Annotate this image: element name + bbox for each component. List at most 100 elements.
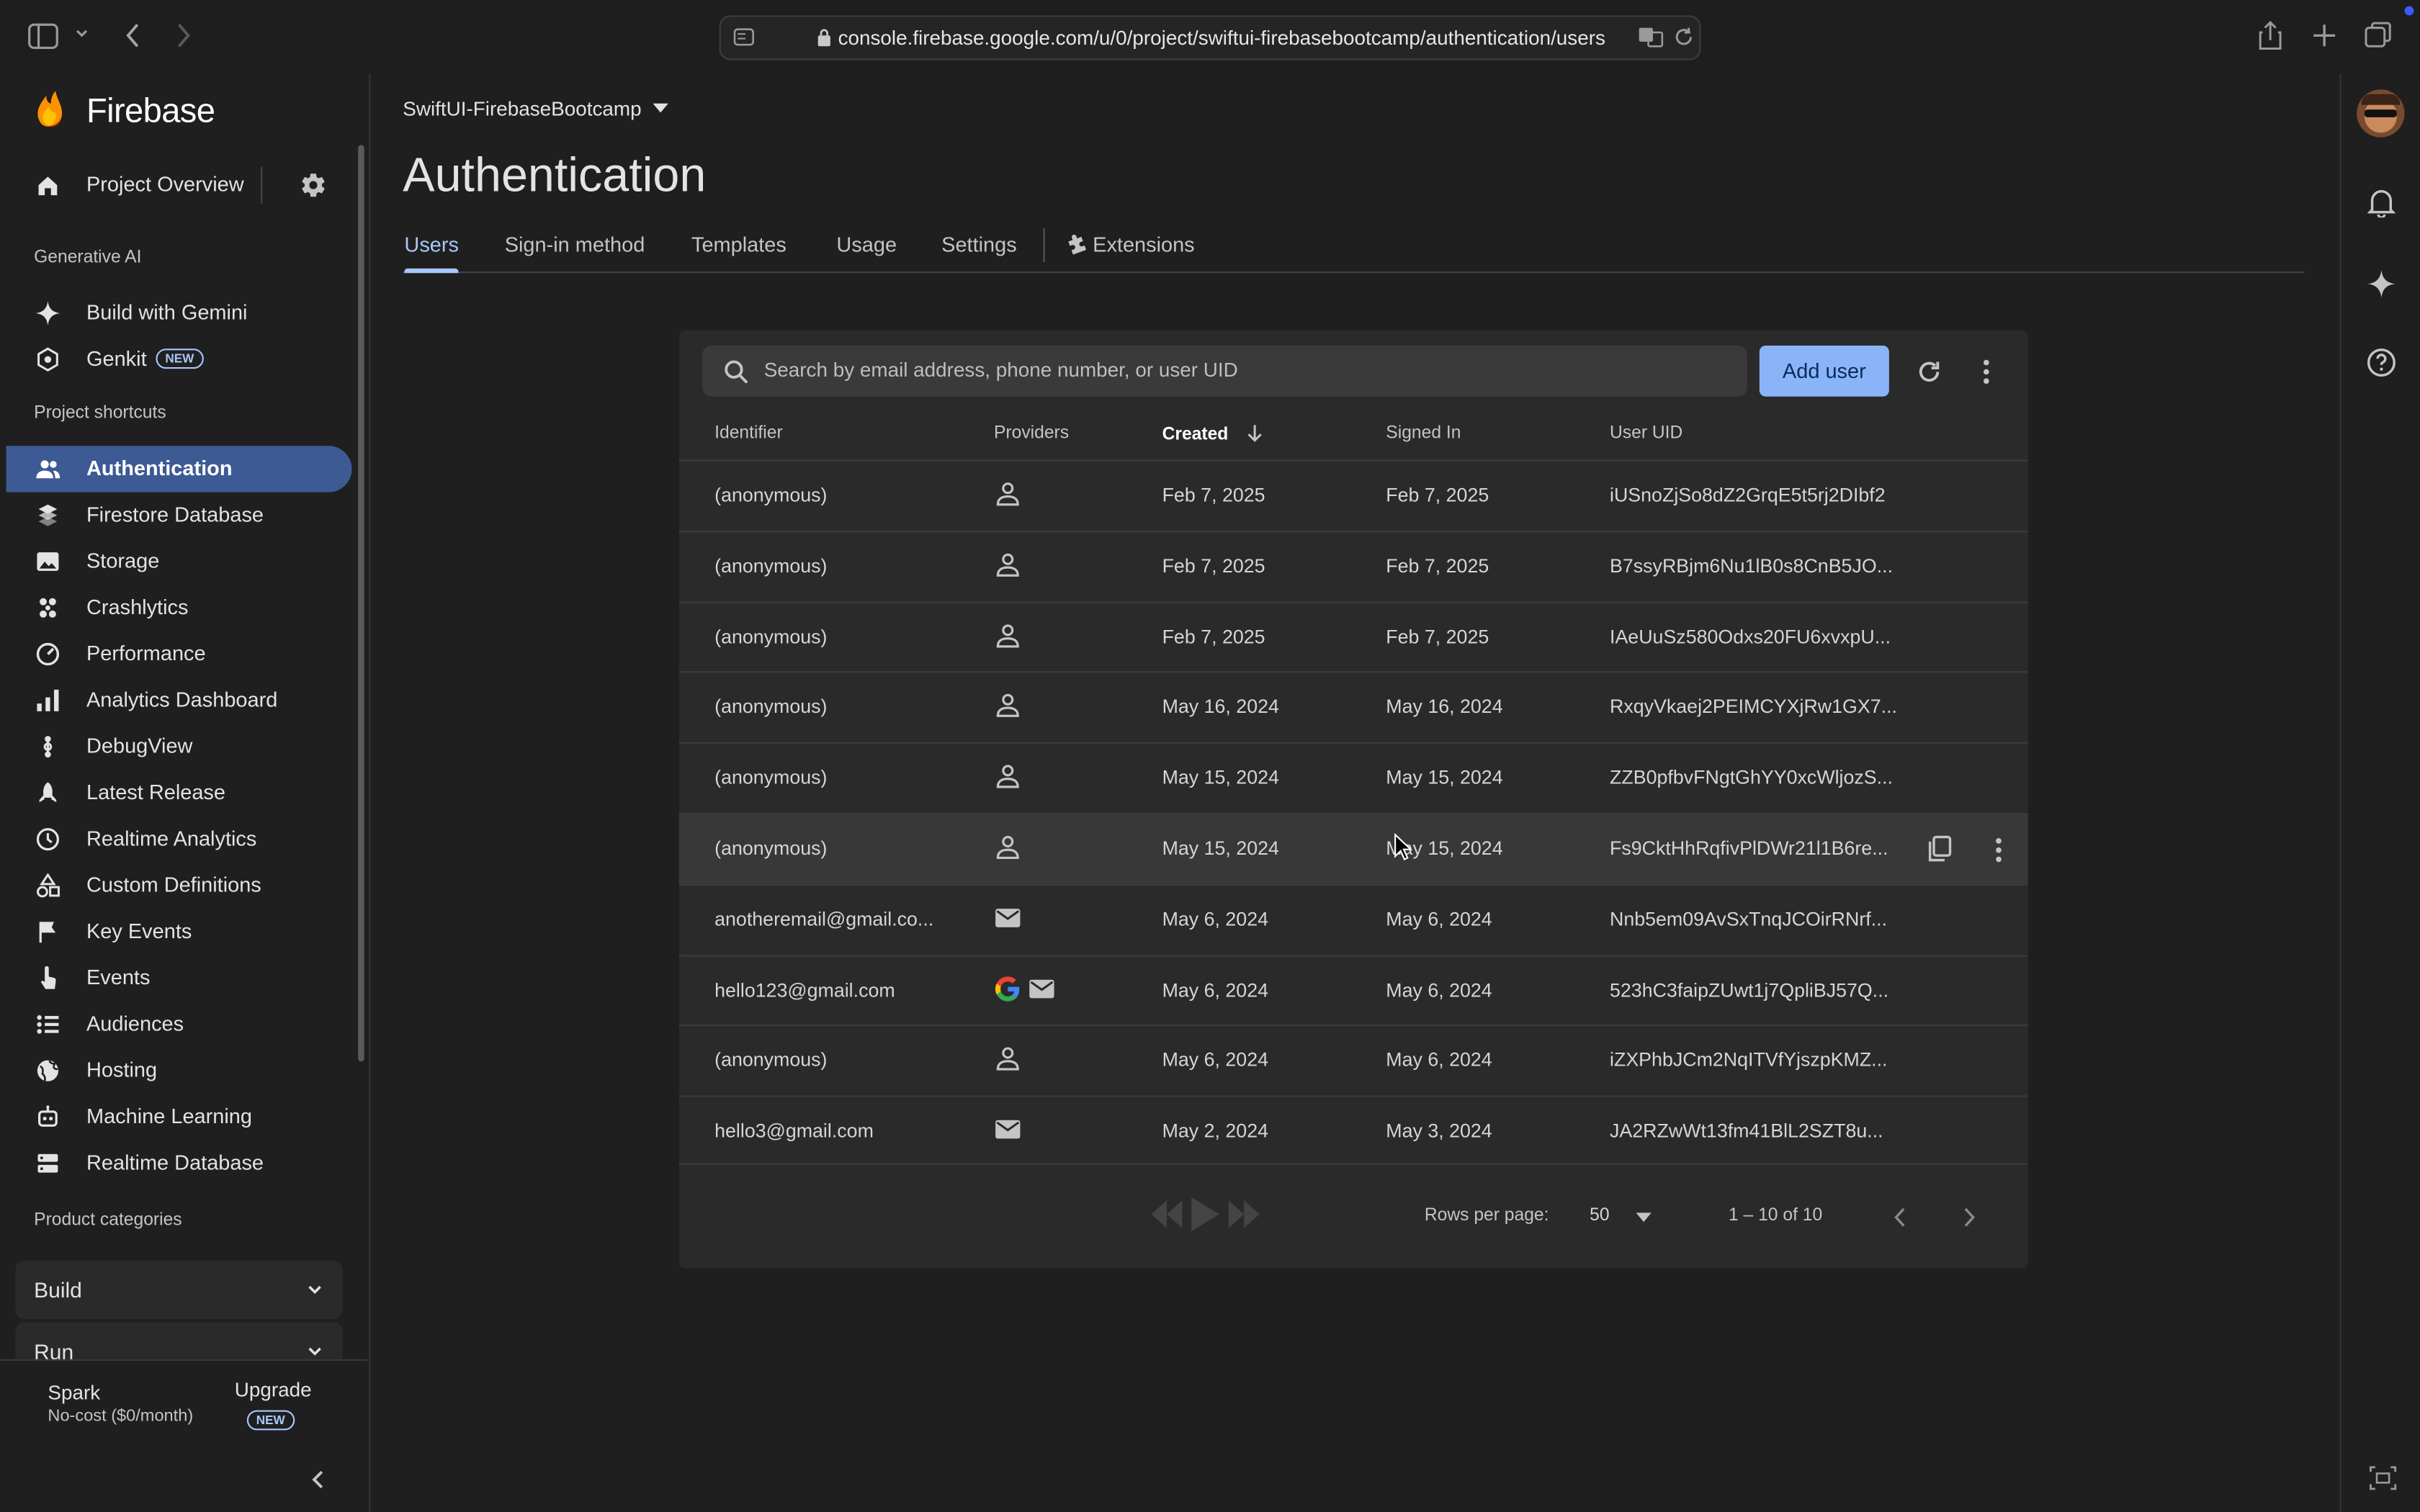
- sidebar-item-build-with-gemini[interactable]: Build with Gemini: [6, 290, 352, 336]
- table-row[interactable]: (anonymous) Feb 7, 2025 Feb 7, 2025 iUSnoZj…: [678, 459, 2028, 531]
- screen-capture-icon[interactable]: [2369, 1466, 2397, 1490]
- avatar[interactable]: [2357, 89, 2405, 138]
- address-bar[interactable]: console.firebase.google.com/u/0/project/…: [719, 15, 1701, 60]
- add-user-button[interactable]: Add user: [1759, 346, 1889, 397]
- table-row[interactable]: (anonymous) Feb 7, 2025 Feb 7, 2025 B7ssyRB…: [678, 530, 2028, 602]
- cell-identifier[interactable]: (anonymous): [714, 1050, 827, 1071]
- cell-identifier[interactable]: hello123@gmail.com: [714, 979, 895, 1001]
- sidebar-item-firestore-database[interactable]: Firestore Database: [6, 492, 352, 539]
- sidebar-item-machine-learning[interactable]: Machine Learning: [6, 1094, 352, 1140]
- speedometer-icon: [36, 642, 60, 666]
- divider: [261, 166, 263, 204]
- previous-page-icon[interactable]: [1892, 1207, 1907, 1228]
- table-row[interactable]: (anonymous) May 15, 2024 May 15, 2024 ZZB0p…: [678, 742, 2028, 814]
- sidebar-item-debugview[interactable]: DebugView: [6, 724, 352, 770]
- image-icon: [37, 552, 59, 571]
- more-vert-icon[interactable]: [1981, 358, 1991, 386]
- avatar-hair: [2361, 94, 2401, 105]
- cell-created: Feb 7, 2025: [1162, 484, 1265, 506]
- tab-extensions[interactable]: Extensions: [1065, 233, 1195, 256]
- cell-identifier[interactable]: (anonymous): [714, 485, 827, 506]
- notifications-bell-icon[interactable]: [2367, 186, 2396, 218]
- translate-icon[interactable]: [1638, 26, 1666, 48]
- cell-uid: iZXPhbJCm2NqITVfYjszpKMZ...: [1610, 1049, 1888, 1071]
- cell-uid: RxqyVkaej2PEIMCYXjRw1GX7...: [1610, 696, 1897, 719]
- clock-icon: [36, 828, 59, 851]
- sidebar-item-custom-definitions[interactable]: Custom Definitions: [6, 863, 352, 909]
- sidebar-item-authentication[interactable]: Authentication: [6, 446, 352, 492]
- sidebar-item-realtime-database[interactable]: Realtime Database: [6, 1140, 352, 1187]
- category-run[interactable]: Run: [15, 1322, 343, 1359]
- sidebar-item-analytics-dashboard[interactable]: Analytics Dashboard: [6, 678, 352, 724]
- cell-identifier[interactable]: (anonymous): [714, 696, 827, 718]
- sidebar-item-storage[interactable]: Storage: [6, 539, 352, 585]
- sidebar-item-events[interactable]: Events: [6, 955, 352, 1001]
- cell-identifier[interactable]: (anonymous): [714, 626, 827, 647]
- sidebar-scrollbar[interactable]: [358, 145, 364, 1062]
- cell-identifier[interactable]: anotheremail@gmail.co...: [714, 909, 933, 930]
- share-icon[interactable]: [2258, 20, 2282, 51]
- tab-usage[interactable]: Usage: [836, 233, 897, 256]
- cell-identifier[interactable]: (anonymous): [714, 838, 827, 860]
- refresh-icon[interactable]: [1915, 358, 1943, 386]
- row-more-vert-icon[interactable]: [1994, 836, 2004, 864]
- table-row[interactable]: anotheremail@gmail.co... May 6, 2024 May 6…: [678, 883, 2028, 955]
- reader-icon[interactable]: [733, 28, 755, 47]
- project-selector[interactable]: SwiftUI-FirebaseBootcamp: [403, 97, 669, 120]
- sidebar-item-crashlytics[interactable]: Crashlytics: [6, 585, 352, 631]
- sidebar-item-performance[interactable]: Performance: [6, 631, 352, 677]
- sidebar-toggle-icon[interactable]: [28, 23, 59, 50]
- copy-icon[interactable]: [1926, 834, 1954, 863]
- tab-users[interactable]: Users: [404, 233, 459, 256]
- cell-identifier[interactable]: (anonymous): [714, 555, 827, 577]
- next-page-icon[interactable]: [1962, 1207, 1977, 1228]
- table-row[interactable]: (anonymous) Feb 7, 2025 Feb 7, 2025 IAeUuSz…: [678, 600, 2028, 672]
- column-header-signed-in[interactable]: Signed In: [1386, 424, 1461, 443]
- forward-icon[interactable]: [174, 22, 193, 50]
- tab-templates[interactable]: Templates: [691, 233, 786, 256]
- settings-gear-icon[interactable]: [300, 171, 328, 199]
- sidebar-item-hosting[interactable]: Hosting: [6, 1048, 352, 1094]
- sidebar-item-latest-release[interactable]: Latest Release: [6, 770, 352, 816]
- rows-per-page-select[interactable]: 50: [1590, 1205, 1657, 1230]
- search-bar[interactable]: [702, 346, 1747, 397]
- sidebar: Firebase Project Overview Generative AI …: [0, 73, 371, 1512]
- tab-overview-icon[interactable]: [2365, 22, 2393, 50]
- search-input[interactable]: [763, 358, 1721, 382]
- back-icon[interactable]: [123, 22, 142, 50]
- table-row[interactable]: (anonymous) May 6, 2024 May 6, 2024 iZXPhbJ…: [678, 1025, 2028, 1097]
- bar-chart-icon: [37, 689, 59, 711]
- email-icon: [995, 908, 1021, 927]
- cell-identifier[interactable]: hello3@gmail.com: [714, 1120, 874, 1142]
- sidebar-item-realtime-analytics[interactable]: Realtime Analytics: [6, 816, 352, 863]
- sidebar-item-label: Genkit: [86, 347, 147, 371]
- cell-signed-in: May 6, 2024: [1386, 1049, 1492, 1071]
- column-header-created[interactable]: Created: [1162, 424, 1263, 444]
- sidebar-item-key-events[interactable]: Key Events: [6, 909, 352, 955]
- url-text[interactable]: console.firebase.google.com/u/0/project/…: [838, 26, 1605, 49]
- cell-identifier[interactable]: (anonymous): [714, 767, 827, 788]
- sidebar-item-genkit[interactable]: Genkit NEW: [6, 336, 352, 382]
- tab-sign-in-method[interactable]: Sign-in method: [505, 233, 645, 256]
- section-project-shortcuts: Project shortcuts: [34, 404, 166, 423]
- sidebar-item-label-wrap: Genkit NEW: [86, 347, 204, 371]
- gemini-sparkle-icon[interactable]: [2367, 270, 2396, 298]
- table-row[interactable]: (anonymous) May 15, 2024 May 15, 2024 Fs9Ck…: [678, 813, 2028, 884]
- sidebar-item-label: Analytics Dashboard: [86, 688, 278, 711]
- collapse-sidebar-icon[interactable]: [309, 1469, 328, 1490]
- sidebar-item-audiences[interactable]: Audiences: [6, 1002, 352, 1048]
- table-row[interactable]: hello3@gmail.com May 2, 2024 May 3, 2024 JA…: [678, 1095, 2028, 1167]
- sort-arrow-down-icon[interactable]: [1247, 424, 1262, 443]
- upgrade-link[interactable]: Upgrade: [235, 1378, 312, 1401]
- new-tab-icon[interactable]: [2312, 23, 2336, 48]
- brand-name[interactable]: Firebase: [86, 91, 215, 131]
- column-header-identifier[interactable]: Identifier: [714, 424, 783, 443]
- table-row[interactable]: hello123@gmail.com May 6, 2024 May 6, 2024…: [678, 954, 2028, 1026]
- reload-icon[interactable]: [1673, 26, 1695, 48]
- table-footer: Rows per page: 50 1 – 10 of 10: [678, 1163, 2028, 1270]
- tab-settings[interactable]: Settings: [941, 233, 1017, 256]
- category-build[interactable]: Build: [15, 1260, 343, 1320]
- table-row[interactable]: (anonymous) May 16, 2024 May 16, 2024 RxqyV…: [678, 671, 2028, 743]
- chevron-down-icon[interactable]: [74, 26, 89, 41]
- help-icon[interactable]: [2366, 347, 2397, 378]
